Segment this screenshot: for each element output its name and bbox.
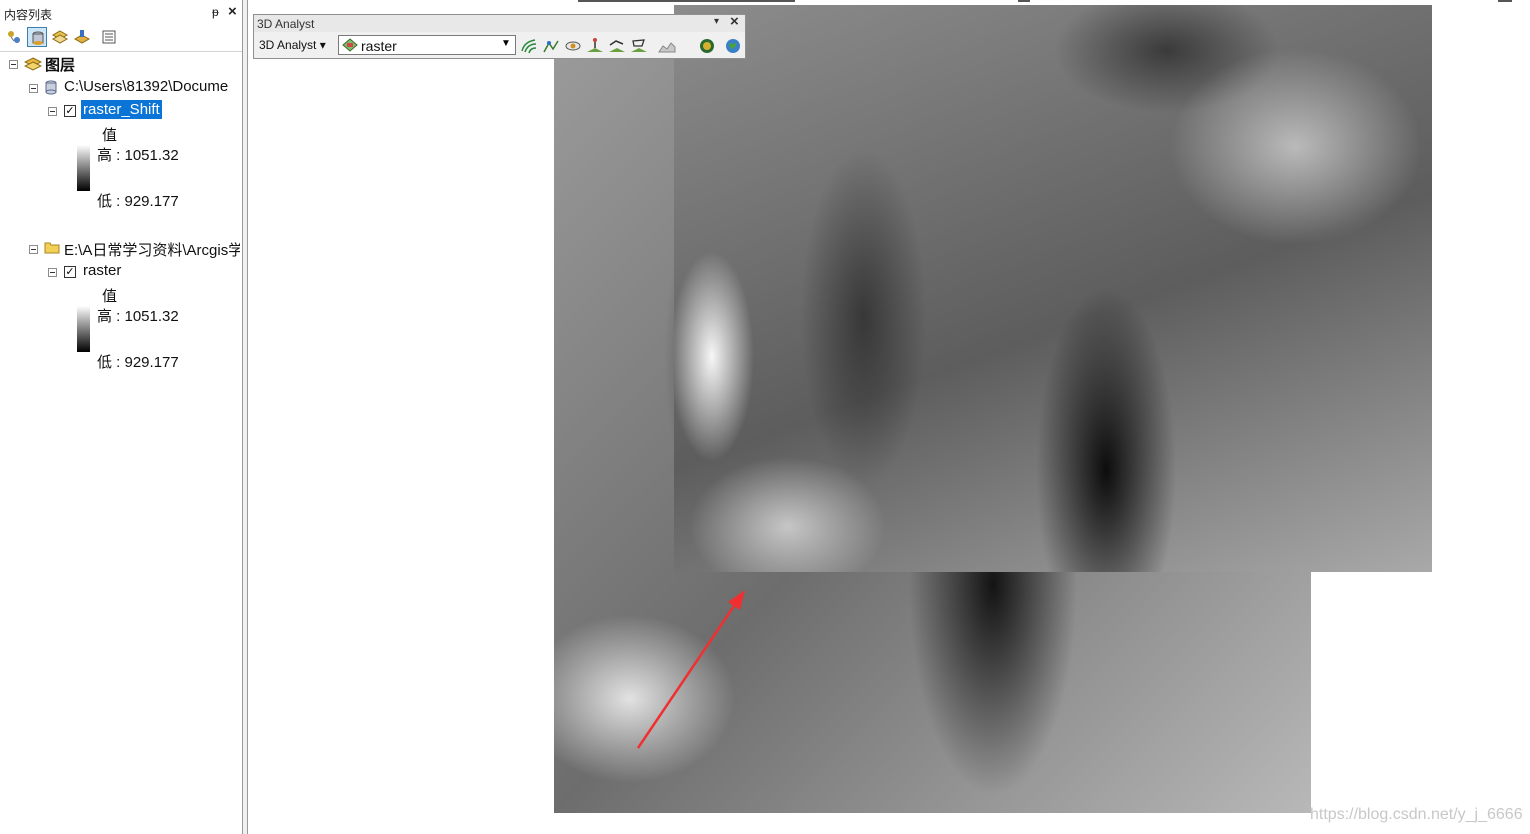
toc-title-bar: 内容列表 ᵽ ×	[0, 3, 243, 22]
top-edge-segment	[1498, 0, 1512, 2]
options-icon[interactable]	[99, 27, 119, 47]
raster-layer-icon	[342, 38, 358, 52]
steepest-path-icon[interactable]	[542, 37, 560, 55]
legend-title: 值	[102, 288, 118, 305]
interpolate-polygon-icon[interactable]	[630, 37, 648, 55]
root-layer-label[interactable]: 图层	[45, 54, 75, 75]
top-edge-segment	[578, 0, 795, 2]
legend-high: 高 : 1051.32	[97, 308, 179, 325]
chevron-down-icon[interactable]: ▼	[501, 38, 511, 49]
3d-analyst-title: 3D Analyst	[257, 17, 315, 31]
layer-visibility-checkbox[interactable]: ✓	[64, 266, 76, 278]
legend-title: 值	[102, 127, 118, 144]
legend-high: 高 : 1051.32	[97, 147, 179, 164]
red-arrow-annotation	[636, 590, 745, 749]
pin-icon[interactable]: ᵽ	[212, 5, 219, 19]
group-expander[interactable]	[29, 245, 38, 254]
3d-analyst-menu[interactable]: 3D Analyst ▾	[259, 38, 326, 52]
legend-low: 低 : 929.177	[97, 193, 179, 210]
legend-gradient	[77, 145, 90, 191]
watermark-text: https://blog.csdn.net/y_j_6666	[1310, 806, 1523, 823]
top-edge-segment	[1018, 0, 1030, 2]
map-display[interactable]	[248, 0, 1530, 834]
table-of-contents-panel: 内容列表 ᵽ × 图层 C:\Users\81392\Docume ✓ rast…	[0, 0, 243, 834]
group-path-label[interactable]: E:\A日常学习资料\Arcgis学	[64, 239, 240, 260]
interpolate-point-icon[interactable]	[586, 37, 604, 55]
arcscene-icon[interactable]	[698, 37, 716, 55]
list-by-visibility-icon[interactable]	[50, 27, 70, 47]
list-by-selection-icon[interactable]	[72, 27, 92, 47]
layer-name-raster-shift[interactable]: raster_Shift	[81, 100, 162, 119]
group-expander[interactable]	[29, 84, 38, 93]
3d-analyst-toolbar[interactable]: 3D Analyst ▾ × 3D Analyst ▾ raster ▼	[253, 13, 746, 59]
layer-expander[interactable]	[48, 107, 57, 116]
layer-select[interactable]: raster ▼	[338, 35, 516, 55]
toolbar-close-icon[interactable]: ×	[730, 13, 739, 30]
database-icon	[45, 80, 57, 95]
toc-title: 内容列表	[4, 8, 53, 22]
profile-graph-icon[interactable]	[658, 37, 676, 55]
legend-low: 低 : 929.177	[97, 354, 179, 371]
line-of-sight-icon[interactable]	[564, 37, 582, 55]
layers-icon	[24, 57, 42, 71]
toc-close-icon[interactable]: ×	[228, 3, 237, 20]
interpolate-line-icon[interactable]	[608, 37, 626, 55]
root-expander[interactable]	[9, 60, 18, 69]
list-by-source-icon[interactable]	[27, 27, 47, 47]
layer-visibility-checkbox[interactable]: ✓	[64, 105, 76, 117]
raster-shift-layer-image	[674, 5, 1432, 572]
folder-icon	[44, 242, 60, 254]
list-by-drawing-order-icon[interactable]	[4, 27, 24, 47]
layer-expander[interactable]	[48, 268, 57, 277]
legend-gradient	[77, 306, 90, 352]
contour-icon[interactable]	[520, 37, 538, 55]
layer-name-raster[interactable]: raster	[83, 262, 121, 279]
selected-layer-value: raster	[361, 38, 397, 54]
toolbar-options-dropdown-icon[interactable]: ▾	[714, 16, 719, 27]
arcglobe-icon[interactable]	[724, 37, 742, 55]
window-top-edge	[248, 0, 1530, 4]
3d-analyst-title-bar[interactable]: 3D Analyst ▾ ×	[254, 13, 745, 32]
toc-toolbar	[0, 25, 242, 52]
group-path-label[interactable]: C:\Users\81392\Docume	[64, 78, 228, 95]
